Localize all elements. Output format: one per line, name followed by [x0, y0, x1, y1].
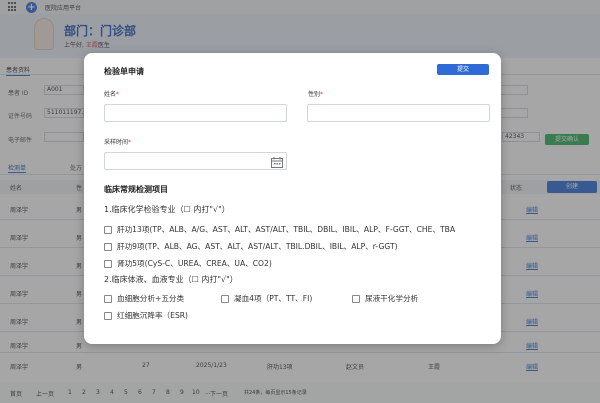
checkbox-label: 凝血4项（PT、TT、FI) [234, 294, 313, 303]
checkbox-esr[interactable]: 红细胞沉降率（ESR) [104, 310, 188, 321]
body-fluid-section-heading: 2.临床体液、血液专业（☐ 内打"√"） [104, 275, 238, 284]
lab-order-modal: 检验单申请 提交 姓名* 性别* 采样时间* 临床常规检测项目 1.临床化学检验… [84, 53, 501, 344]
checkbox[interactable] [104, 225, 112, 234]
gender-label-text: 性别 [308, 91, 321, 98]
required-mark: * [116, 91, 120, 98]
checkbox-label: 肝功9项(TP、ALB、AG、AST、ALT、AST/ALT、TBIL.DBIL… [117, 242, 398, 251]
section-title: 临床常规检测项目 [104, 185, 168, 194]
checkbox-liver-13[interactable]: 肝功13项(TP、ALB、A/G、AST、ALT、AST/ALT、TBIL、DB… [104, 224, 455, 235]
checkbox[interactable] [104, 294, 112, 303]
checkbox-label: 肝功13项(TP、ALB、A/G、AST、ALT、AST/ALT、TBIL、DB… [117, 225, 456, 234]
checkbox-liver-9[interactable]: 肝功9项(TP、ALB、AG、AST、ALT、AST/ALT、TBIL.DBIL… [104, 241, 398, 252]
checkbox-label: 肾功5项(CyS-C、UREA、CREA、UA、CO2) [117, 259, 272, 268]
sample-time-input[interactable] [104, 152, 287, 170]
name-label-text: 姓名 [104, 91, 117, 98]
chem-section-heading: 1.临床化学检验专业（☐ 内打"√"） [104, 205, 230, 214]
submit-button[interactable]: 提交 [437, 64, 489, 75]
gender-input[interactable] [307, 104, 490, 122]
name-input[interactable] [104, 104, 287, 122]
checkbox-label: 红细胞沉降率（ESR) [117, 311, 189, 320]
gender-label: 性别* [308, 89, 323, 98]
sample-time-label: 采样时间* [104, 137, 131, 146]
checkbox-label: 尿液干化学分析 [365, 294, 419, 303]
checkbox[interactable] [104, 311, 112, 320]
checkbox-kidney-5[interactable]: 肾功5项(CyS-C、UREA、CREA、UA、CO2) [104, 258, 272, 269]
sample-time-label-text: 采样时间 [104, 139, 129, 146]
required-mark: * [320, 91, 324, 98]
checkbox[interactable] [104, 259, 112, 268]
checkbox[interactable] [104, 242, 112, 251]
checkbox[interactable] [352, 294, 360, 303]
checkbox-blood-cell[interactable]: 血细胞分析+五分类 [104, 293, 184, 304]
checkbox-label: 血细胞分析+五分类 [117, 294, 185, 303]
checkbox[interactable] [221, 294, 229, 303]
modal-title: 检验单申请 [104, 67, 144, 76]
checkbox-coagulation[interactable]: 凝血4项（PT、TT、FI) [221, 293, 312, 304]
required-mark: * [128, 139, 132, 146]
name-label: 姓名* [104, 89, 119, 98]
checkbox-urine[interactable]: 尿液干化学分析 [352, 293, 418, 304]
calendar-icon[interactable] [271, 157, 283, 168]
